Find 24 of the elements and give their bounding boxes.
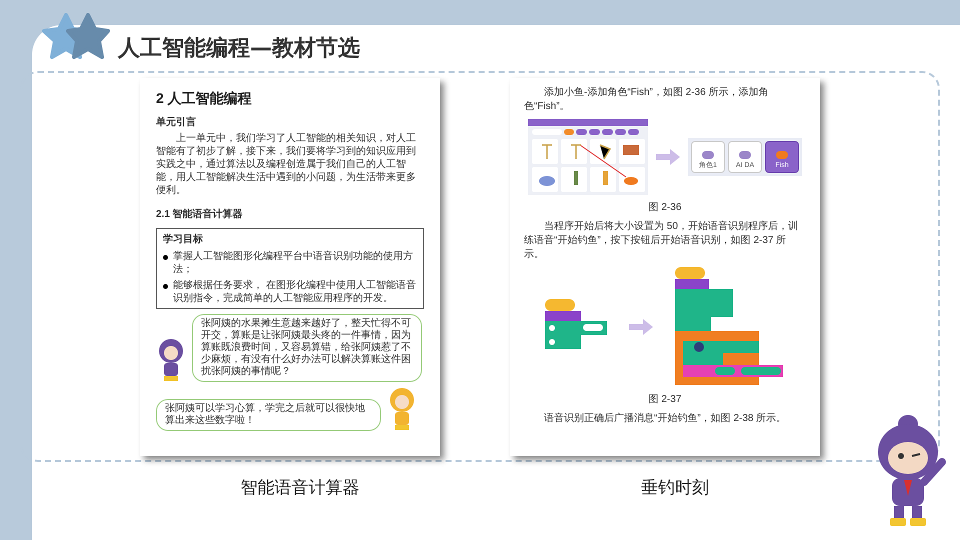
- goal-item: 能够根据任务要求， 在图形化编程中使用人工智能语音识别指令，完成简单的人工智能应用程序的开发。: [173, 279, 417, 305]
- bullet-icon: [163, 284, 168, 289]
- sprite-thumbnail-icon: [739, 151, 751, 159]
- page-caption: 智能语音计算器: [240, 477, 360, 500]
- speech-bubble: 张阿姨的水果摊生意越来越好了，整天忙得不可开交，算账是让张阿姨最头疼的一件事情，因为算账既浪费时间，又容易算错，给张阿姨惹了不少麻烦，有没有什么好办法可以解决算账这件困扰张阿姨的事情呢？: [192, 314, 422, 382]
- slide-title: 人工智能编程—教材节选: [118, 34, 360, 62]
- arrow-icon: [656, 149, 680, 165]
- page-caption: 垂钓时刻: [640, 477, 710, 500]
- body-paragraph: 语音识别正确后广播消息“开始钓鱼”，如图 2-38 所示。: [543, 412, 788, 426]
- figure-caption: 图 2-36: [648, 201, 682, 215]
- body-paragraph: 当程序开始后将大小设置为 50，开始语音识别程序后，训练语音“开始钓鱼”，按下按钮后开始语音识别，如图 2-37 所示。: [524, 220, 799, 262]
- body-paragraph: 添加小鱼-添加角色“Fish”，如图 2-36 所示，添加角色“Fish”。: [524, 86, 770, 114]
- chapter-title: 2 人工智能编程: [156, 89, 253, 108]
- sprite-thumbnail-icon: [702, 151, 714, 159]
- speech-bubble: 张阿姨可以学习心算，学完之后就可以很快地算出来这些数字啦！: [156, 399, 381, 431]
- figure-caption: 图 2-37: [648, 393, 682, 407]
- intro-paragraph: 上一单元中，我们学习了人工智能的相关知识，对人工智能有了初步了解，接下来，我们要将学习到的知识应用到实践之中，通过算法以及编程创造属于我们自己的人工智能，用人工智能解决生活中遇到的小问题，为生活带来更多便利。: [156, 132, 417, 197]
- arrow-icon: [629, 319, 653, 335]
- sprite-thumbnail-icon: [776, 151, 788, 159]
- section-label: 单元引言: [156, 115, 197, 130]
- goals-title: 学习目标: [163, 232, 204, 247]
- goal-item: 掌握人工智能图形化编程平台中语音识别功能的使用方法；: [173, 250, 414, 276]
- subsection-title: 2.1 智能语音计算器: [156, 207, 244, 222]
- bullet-icon: [163, 255, 168, 260]
